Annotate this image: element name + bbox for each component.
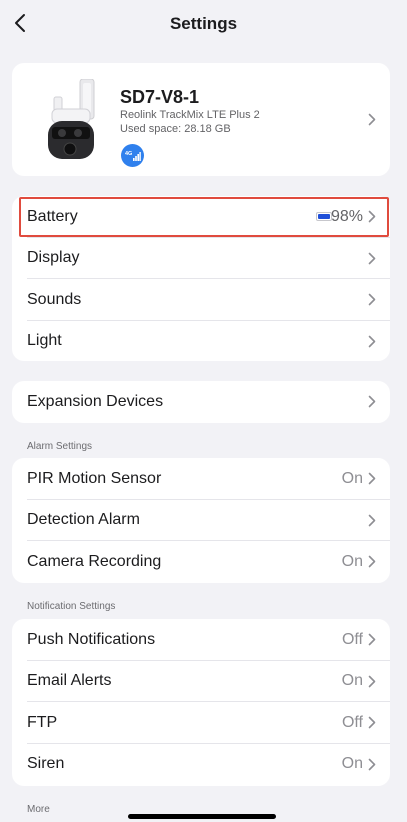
- email-alerts-label: Email Alerts: [27, 672, 112, 690]
- sounds-label: Sounds: [27, 290, 82, 308]
- signal-4g-icon: 4G: [121, 144, 144, 167]
- battery-level-fill: [318, 214, 330, 219]
- expansion-devices-row[interactable]: Expansion Devices: [12, 381, 390, 423]
- battery-label: Battery: [27, 207, 78, 225]
- camera-recording-row[interactable]: Camera Recording On: [12, 541, 390, 583]
- pir-motion-sensor-value: On: [341, 469, 363, 487]
- device-name: SD7-V8-1: [120, 87, 200, 107]
- chevron-right-icon: [368, 675, 376, 687]
- pir-motion-sensor-label: PIR Motion Sensor: [27, 469, 162, 487]
- expansion-devices-group: Expansion Devices: [12, 381, 390, 423]
- detection-alarm-label: Detection Alarm: [27, 511, 140, 529]
- display-row[interactable]: Display: [12, 238, 390, 279]
- chevron-right-icon: [368, 395, 376, 408]
- navigation-bar: Settings: [0, 0, 407, 48]
- push-notifications-row[interactable]: Push Notifications Off: [12, 619, 390, 661]
- home-indicator[interactable]: [128, 814, 276, 819]
- email-alerts-row[interactable]: Email Alerts On: [12, 661, 390, 702]
- siren-label: Siren: [27, 755, 65, 773]
- chevron-right-icon: [368, 758, 376, 770]
- more-header: More: [27, 804, 50, 815]
- chevron-right-icon: [368, 716, 376, 729]
- push-notifications-value: Off: [341, 630, 363, 648]
- signal-bars-icon: 4G: [125, 151, 141, 161]
- chevron-right-icon: [368, 113, 376, 126]
- chevron-right-icon: [368, 210, 376, 223]
- ftp-label: FTP: [27, 713, 58, 731]
- pir-motion-sensor-row[interactable]: PIR Motion Sensor On: [12, 458, 390, 500]
- display-label: Display: [27, 249, 80, 267]
- siren-row[interactable]: Siren On: [12, 744, 390, 786]
- battery-value: 98%: [330, 207, 363, 225]
- device-card[interactable]: SD7-V8-1 Reolink TrackMix LTE Plus 2 Use…: [12, 63, 390, 176]
- alarm-settings-group: PIR Motion Sensor On Detection Alarm Cam…: [12, 458, 390, 583]
- page-title: Settings: [169, 14, 238, 33]
- chevron-right-icon: [368, 335, 376, 347]
- chevron-right-icon: [368, 633, 376, 646]
- badge-text: 4G: [125, 151, 132, 157]
- siren-value: On: [341, 755, 363, 773]
- light-row[interactable]: Light: [12, 321, 390, 363]
- alarm-settings-header: Alarm Settings: [27, 441, 93, 452]
- notification-settings-group: Push Notifications Off Email Alerts On F…: [12, 619, 390, 786]
- device-settings-group: Battery 98% Display Sounds Light: [12, 196, 390, 361]
- sounds-row[interactable]: Sounds: [12, 279, 390, 321]
- ftp-row[interactable]: FTP Off: [12, 702, 390, 744]
- email-alerts-value: On: [341, 672, 363, 690]
- push-notifications-label: Push Notifications: [27, 630, 156, 648]
- chevron-right-icon: [368, 472, 376, 485]
- battery-row[interactable]: Battery 98%: [12, 196, 390, 238]
- camera-recording-value: On: [341, 552, 363, 570]
- camera-image: [48, 79, 95, 159]
- expansion-devices-label: Expansion Devices: [27, 392, 164, 410]
- detection-alarm-row[interactable]: Detection Alarm: [12, 500, 390, 541]
- chevron-right-icon: [368, 555, 376, 568]
- chevron-right-icon: [368, 293, 376, 306]
- device-model: Reolink TrackMix LTE Plus 2: [120, 109, 260, 121]
- notification-settings-header: Notification Settings: [27, 601, 116, 612]
- chevron-right-icon: [368, 514, 376, 526]
- light-label: Light: [27, 332, 62, 350]
- device-used-space: Used space: 28.18 GB: [120, 123, 231, 135]
- camera-recording-label: Camera Recording: [27, 552, 162, 570]
- ftp-value: Off: [341, 713, 363, 731]
- battery-icon: [316, 212, 332, 221]
- chevron-right-icon: [368, 252, 376, 264]
